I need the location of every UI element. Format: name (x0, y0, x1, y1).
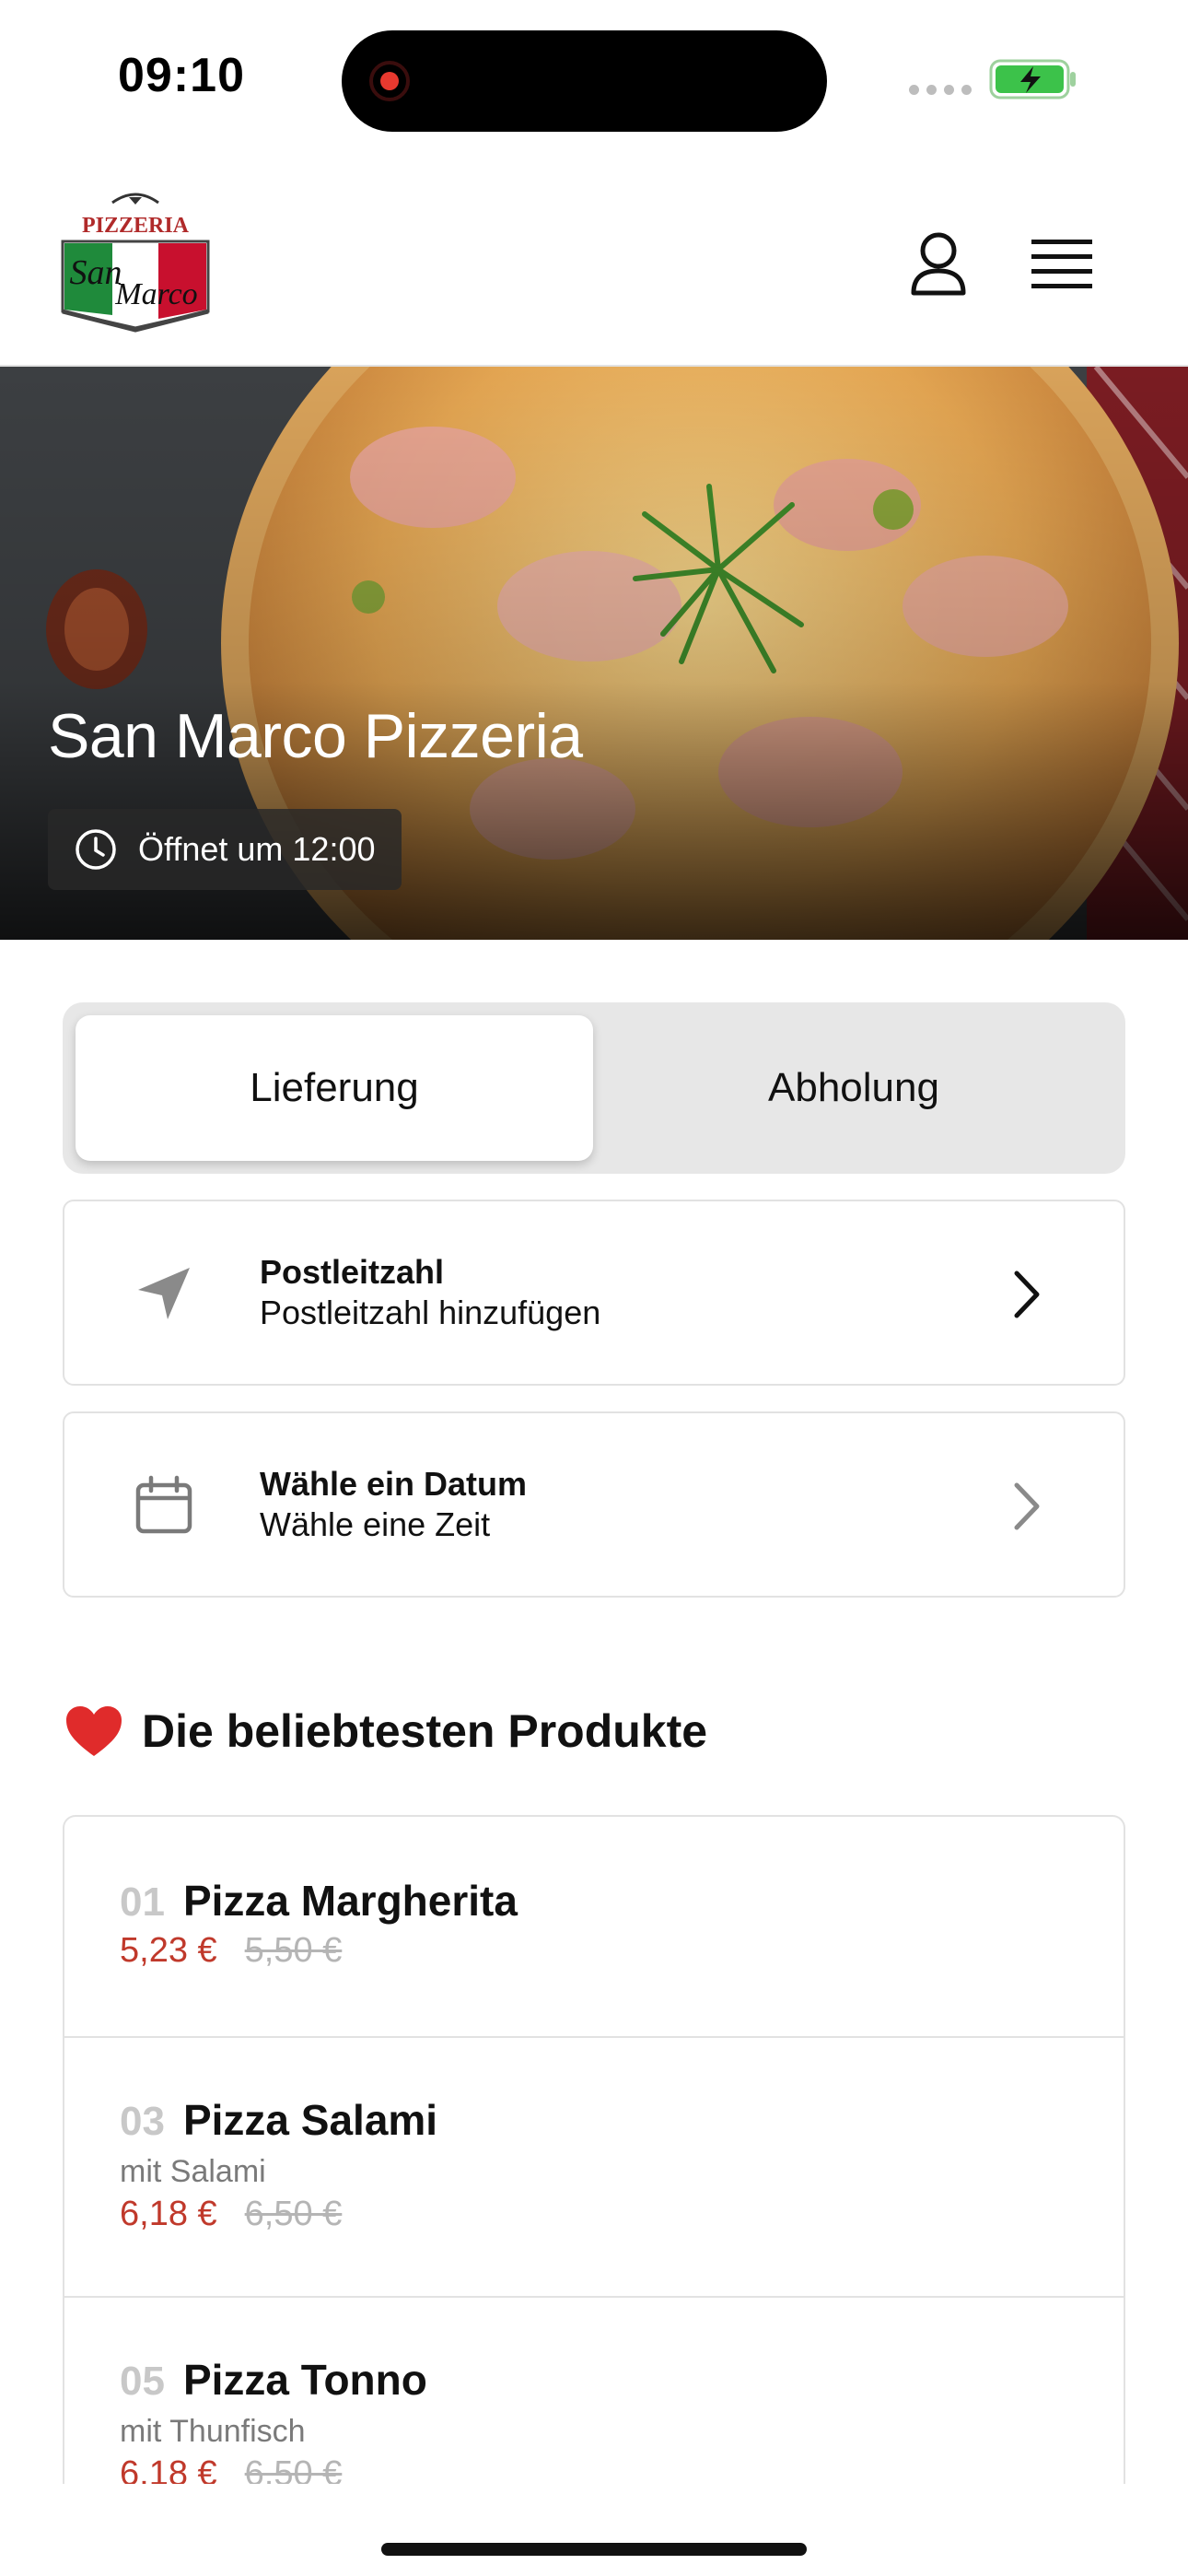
product-old-price: 6,50 € (244, 2195, 343, 2233)
status-bar: 09:10 (0, 0, 1188, 157)
restaurant-name: San Marco Pizzeria (48, 701, 583, 771)
product-name: Pizza Tonno (182, 2356, 427, 2404)
chevron-right-icon (1014, 1482, 1040, 1530)
hamburger-menu-icon[interactable] (1031, 238, 1092, 289)
product-number: 05 (120, 2359, 165, 2404)
product-item[interactable]: 01 Pizza Margherita 5,23 € 5,50 € (64, 1817, 1124, 2038)
product-number: 03 (120, 2099, 165, 2144)
postal-code-label: Postleitzahl (260, 1253, 445, 1291)
product-item[interactable]: 05 Pizza Tonno mit Thunfisch 6,18 € 6,50… (64, 2298, 1124, 2484)
delivery-tab[interactable]: Lieferung (76, 1015, 593, 1161)
date-time-selector[interactable]: Wähle ein Datum Wähle eine Zeit (63, 1411, 1125, 1598)
section-title: Die beliebtesten Produkte (142, 1705, 708, 1757)
product-old-price: 6,50 € (244, 2454, 343, 2484)
time-hint: Wähle eine Zeit (260, 1505, 491, 1543)
popular-products-heading: Die beliebtesten Produkte (64, 1704, 707, 1758)
postal-code-hint: Postleitzahl hinzufügen (260, 1294, 601, 1331)
product-list: 01 Pizza Margherita 5,23 € 5,50 € 03 Piz… (63, 1815, 1125, 2484)
product-name: Pizza Margherita (182, 1877, 518, 1925)
product-price: 6,18 € (120, 2195, 217, 2233)
svg-text:San: San (70, 253, 122, 292)
status-time: 09:10 (118, 49, 245, 102)
hero-banner: San Marco Pizzeria Öffnet um 12:00 (0, 367, 1188, 940)
dynamic-island (342, 30, 827, 132)
location-arrow-icon (138, 1268, 190, 1319)
svg-text:PIZZERIA: PIZZERIA (82, 214, 190, 238)
calendar-icon (135, 1475, 192, 1534)
date-label: Wähle ein Datum (260, 1465, 528, 1503)
user-account-icon[interactable] (910, 232, 967, 299)
product-description: mit Salami (120, 2154, 266, 2189)
chevron-right-icon (1014, 1270, 1040, 1318)
pickup-tab[interactable]: Abholung (595, 1015, 1112, 1161)
battery-charging-icon (989, 59, 1076, 100)
pizzeria-logo[interactable]: PIZZERIA San Marco (57, 184, 214, 341)
home-indicator[interactable] (381, 2543, 807, 2556)
svg-text:Marco: Marco (114, 277, 197, 311)
postal-code-selector[interactable]: Postleitzahl Postleitzahl hinzufügen (63, 1200, 1125, 1386)
product-name: Pizza Salami (182, 2096, 438, 2144)
product-old-price: 5,50 € (244, 1931, 343, 1970)
order-mode-toggle: Lieferung Abholung (63, 1002, 1125, 1174)
recording-indicator-icon (369, 61, 410, 101)
clock-icon (76, 829, 116, 870)
opening-hours-badge: Öffnet um 12:00 (48, 809, 402, 890)
app-header: PIZZERIA San Marco (0, 157, 1188, 367)
product-description: mit Thunfisch (120, 2414, 306, 2449)
cellular-signal-icon (909, 85, 972, 95)
product-price: 6,18 € (120, 2454, 217, 2484)
product-price: 5,23 € (120, 1931, 217, 1970)
heart-icon (66, 1706, 122, 1756)
app-screen: 09:10 PIZZERIA San Marco San Marco Pizze… (0, 0, 1188, 2576)
opening-hours-text: Öffnet um 12:00 (138, 830, 376, 868)
product-number: 01 (120, 1879, 165, 1925)
product-item[interactable]: 03 Pizza Salami mit Salami 6,18 € 6,50 € (64, 2038, 1124, 2298)
